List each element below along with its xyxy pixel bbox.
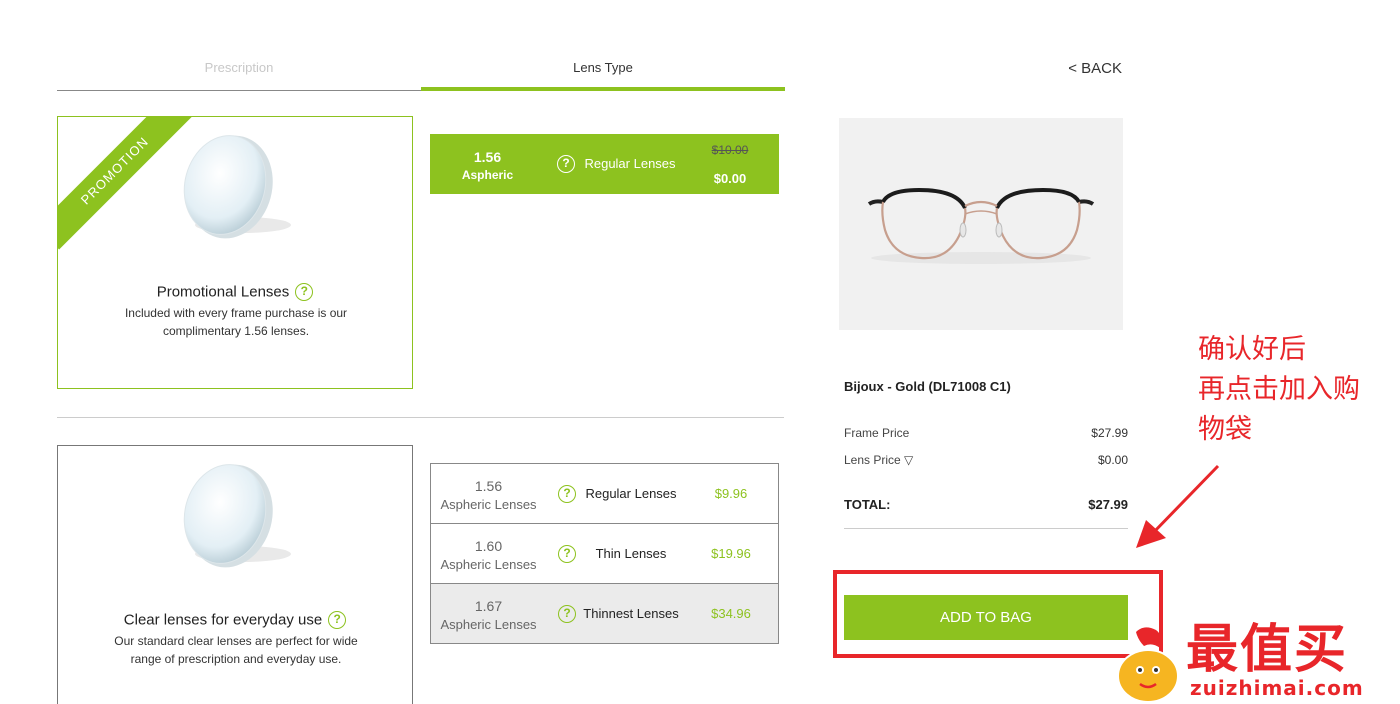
- option-price: $34.96: [711, 606, 751, 621]
- arrow-icon: [1136, 464, 1220, 548]
- option-promo-regular-lenses[interactable]: 1.56 Aspheric ? Regular Lenses $10.00 $0…: [430, 134, 779, 194]
- glasses-image: [867, 187, 1095, 264]
- help-icon[interactable]: ?: [557, 155, 575, 173]
- back-link[interactable]: < BACK: [1040, 60, 1122, 77]
- annotation-line: 再点击加入购: [1198, 374, 1360, 405]
- promo-card-title: Promotional Lenses?: [58, 283, 412, 302]
- tab-lens-type[interactable]: Lens Type: [421, 56, 785, 91]
- mascot-icon: [1117, 627, 1179, 703]
- product-image: [839, 118, 1123, 330]
- option-index: 1.56: [474, 478, 503, 494]
- option-price: $9.96: [714, 486, 748, 501]
- option-subtitle: Aspheric Lenses: [440, 617, 537, 632]
- option-subtitle: Aspheric: [461, 168, 514, 182]
- frame-price-value: $27.99: [1091, 426, 1128, 440]
- option-old-price: $10.00: [711, 143, 749, 157]
- option-name: Thin Lenses: [595, 546, 667, 561]
- option-index: 1.67: [474, 598, 503, 614]
- annotation-line: 物袋: [1198, 414, 1252, 445]
- lens-price-value: $0.00: [1097, 453, 1128, 467]
- help-icon[interactable]: ?: [328, 611, 347, 630]
- help-icon[interactable]: ?: [558, 485, 576, 503]
- option-name: Regular Lenses: [584, 156, 676, 171]
- option-thinnest-lenses[interactable]: 1.67 Aspheric Lenses ? Thinnest Lenses $…: [431, 584, 778, 643]
- watermark-title: 最值买: [1186, 620, 1349, 680]
- help-icon[interactable]: ?: [558, 605, 576, 623]
- annotation-line: 确认好后: [1198, 334, 1306, 365]
- option-subtitle: Aspheric Lenses: [440, 557, 537, 572]
- option-name: Thinnest Lenses: [583, 606, 679, 621]
- add-to-bag-button[interactable]: ADD TO BAG: [844, 595, 1128, 640]
- option-index: 1.60: [474, 538, 503, 554]
- promotion-ribbon: PROMOTION: [58, 117, 194, 250]
- option-name: Regular Lenses: [585, 486, 677, 501]
- clear-options-list: 1.56 Aspheric Lenses ? Regular Lenses $9…: [430, 463, 779, 644]
- option-subtitle: Aspheric Lenses: [440, 497, 537, 512]
- clear-card-title: Clear lenses for everyday use?: [58, 611, 412, 630]
- option-index: 1.56: [473, 149, 502, 165]
- option-price: $19.96: [711, 546, 751, 561]
- total-label: TOTAL:: [844, 497, 891, 512]
- clear-lens-card[interactable]: Clear lenses for everyday use? Our stand…: [57, 445, 413, 704]
- help-icon[interactable]: ?: [558, 545, 576, 563]
- option-regular-lenses[interactable]: 1.56 Aspheric Lenses ? Regular Lenses $9…: [431, 464, 778, 524]
- annotation-text: 确认好后 再点击加入购 物袋: [1198, 330, 1398, 450]
- watermark-url: zuizhimai.com: [1190, 676, 1364, 700]
- promo-card-description: Included with every frame purchase is ou…: [124, 306, 348, 338]
- lens-price-toggle[interactable]: Lens Price ▽: [844, 453, 913, 467]
- total-value: $27.99: [1088, 497, 1128, 512]
- frame-price-label: Frame Price: [844, 426, 910, 440]
- lens-icon: [183, 135, 291, 239]
- section-divider: [57, 417, 784, 418]
- help-icon[interactable]: ?: [295, 283, 314, 302]
- summary-divider: [844, 528, 1128, 529]
- promo-lens-card[interactable]: PROMOTION Promotional Lenses? Included w…: [57, 116, 413, 389]
- clear-card-description: Our standard clear lenses are perfect fo…: [114, 634, 358, 666]
- tab-prescription[interactable]: Prescription: [57, 56, 421, 91]
- option-thin-lenses[interactable]: 1.60 Aspheric Lenses ? Thin Lenses $19.9…: [431, 524, 778, 584]
- option-price: $0.00: [713, 171, 747, 186]
- lens-icon: [183, 464, 291, 568]
- product-name: Bijoux - Gold (DL71008 C1): [844, 379, 1011, 394]
